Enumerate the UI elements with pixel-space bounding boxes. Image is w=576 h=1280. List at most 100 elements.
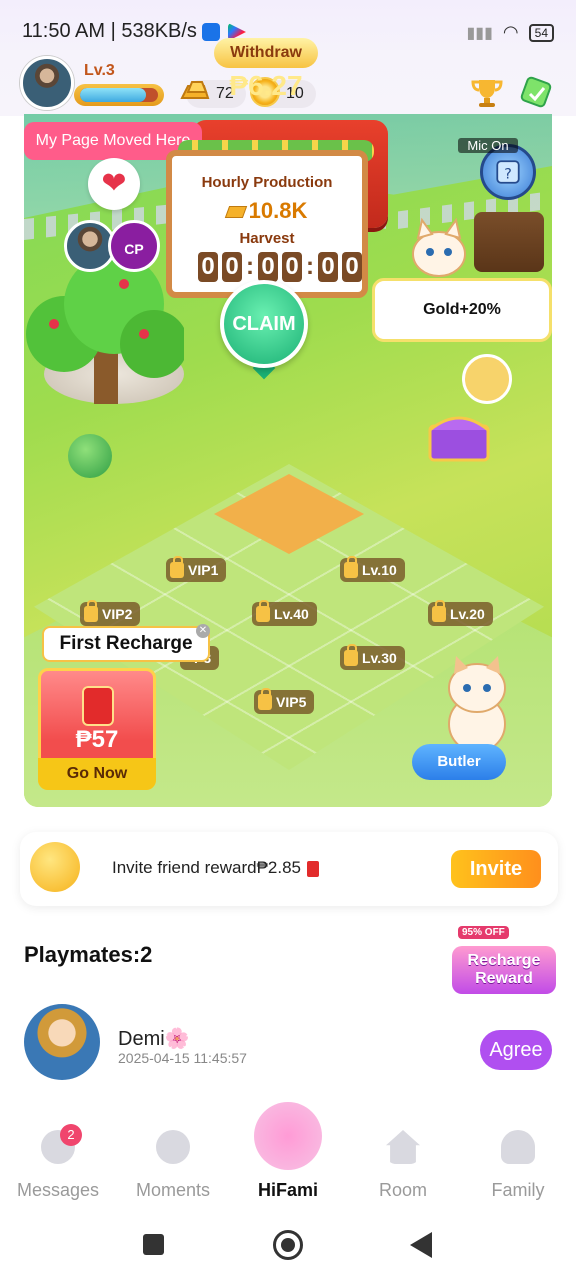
lock-icon	[432, 600, 446, 622]
xp-bar	[74, 84, 164, 106]
hourly-production-number: 10.8K	[248, 198, 308, 223]
production-sign: Hourly Production 10.8K Harvest 0 0 : 0 …	[166, 150, 368, 298]
tab-messages[interactable]: Messages	[8, 1130, 108, 1201]
wifi-icon: ◠	[502, 22, 519, 42]
go-now-button[interactable]: Go Now	[38, 758, 156, 790]
compass-icon	[156, 1130, 190, 1164]
app-icon-1	[202, 23, 220, 41]
house-icon	[386, 1130, 420, 1164]
xp-bar-fill	[80, 88, 147, 102]
home-button[interactable]	[273, 1230, 303, 1260]
first-recharge-label: First Recharge	[42, 626, 210, 662]
gold-bonus-bubble: Gold+20%	[372, 278, 552, 342]
invite-button[interactable]: Invite	[451, 850, 541, 888]
signal-icon: ▮▮▮	[466, 24, 493, 42]
hearts-icon[interactable]: ❤	[88, 158, 140, 210]
tab-family[interactable]: Family	[468, 1130, 568, 1201]
lock-icon	[170, 556, 184, 578]
plot-tag-lv20[interactable]: Lv.20	[428, 600, 493, 626]
tag-label: Lv.40	[274, 606, 309, 622]
svg-text:?: ?	[504, 166, 512, 182]
tag-label: Lv.30	[362, 650, 397, 666]
close-icon[interactable]: ✕	[196, 624, 210, 638]
recharge-reward-badge[interactable]: Recharge Reward	[452, 946, 556, 994]
timer-digit: 0	[342, 252, 362, 282]
harvest-label: Harvest	[239, 230, 295, 247]
plot-tag-vip5[interactable]: VIP5	[254, 688, 315, 714]
timer-digit: 0	[198, 252, 218, 282]
back-button[interactable]	[410, 1232, 432, 1258]
timer-digit: 0	[318, 252, 338, 282]
tag-label: VIP5	[276, 694, 307, 710]
timer-digit: 0	[282, 252, 302, 282]
people-icon	[501, 1130, 535, 1164]
plot-tag-vip1[interactable]: VIP1	[166, 556, 227, 582]
app-screen: 11:50 AM | 538KB/s ▮▮▮ ◠ 54 Lv.3 72 10 ?…	[0, 0, 576, 1280]
bush	[68, 434, 112, 478]
trophy-icon[interactable]	[470, 76, 504, 110]
plot-tag-lv30[interactable]: Lv.30	[340, 644, 405, 670]
tag-label: VIP1	[188, 562, 219, 578]
mic-toggle[interactable]	[474, 212, 544, 272]
tag-label: Lv.20	[450, 606, 485, 622]
status-time: 11:50 AM | 538KB/s	[22, 20, 197, 42]
tab-label: HiFami	[257, 1180, 318, 1200]
battery-icon: 54	[528, 23, 554, 42]
tab-label: Room	[378, 1180, 427, 1200]
butler-cat-icon[interactable]	[434, 654, 520, 754]
butler-button[interactable]: Butler	[412, 744, 506, 780]
lock-icon	[258, 688, 272, 710]
lock-icon	[344, 556, 358, 578]
recents-button[interactable]	[143, 1234, 164, 1255]
tab-moments[interactable]: Moments	[123, 1130, 223, 1201]
treasure-chest-icon[interactable]	[424, 404, 494, 464]
timer-colon: :	[306, 253, 314, 280]
lock-icon	[256, 600, 270, 622]
timer-digit: 0	[258, 252, 278, 282]
playmate-name: Demi🌸	[118, 1028, 190, 1050]
withdraw-button[interactable]: Withdraw	[214, 38, 318, 68]
plot-tag-lv40[interactable]: Lv.40	[252, 600, 317, 626]
user-avatar[interactable]	[20, 56, 74, 110]
recharge-reward-label: Recharge Reward	[467, 952, 541, 987]
lock-icon	[84, 600, 98, 622]
withdraw-amount: ₱6.27	[229, 70, 303, 101]
playmate-avatar[interactable]	[24, 1004, 100, 1080]
tab-label: Moments	[135, 1180, 211, 1200]
first-recharge-amount: ₱57	[75, 726, 119, 753]
hourly-production-label: Hourly Production	[201, 174, 333, 191]
chest-pin[interactable]	[462, 354, 512, 404]
messages-badge: 2	[60, 1124, 82, 1146]
gem-icon[interactable]	[518, 74, 554, 110]
gold-bar-small-icon	[224, 206, 247, 219]
tab-label: Family	[491, 1180, 545, 1200]
red-envelope-icon	[82, 686, 114, 726]
tab-hifami[interactable]: HiFami	[238, 1130, 338, 1201]
cat-icon[interactable]	[404, 214, 474, 278]
red-packet-icon	[307, 860, 319, 877]
cp-pair[interactable]: CP	[64, 220, 164, 272]
invite-reward-text: Invite friend reward₱2.85	[112, 858, 319, 878]
timer-digit: 0	[222, 252, 242, 282]
claim-button[interactable]: CLAIM	[220, 280, 308, 368]
agree-button[interactable]: Agree	[480, 1030, 552, 1070]
invite-reward-label: Invite friend reward₱2.85	[112, 858, 301, 877]
playmates-title: Playmates:2	[24, 942, 153, 967]
tab-label: Messages	[16, 1180, 100, 1200]
harvest-timer: 0 0 : 0 0 : 0 0	[198, 252, 362, 282]
tab-spacer	[271, 1130, 305, 1164]
plot-tag-vip2[interactable]: VIP2	[80, 600, 141, 626]
timer-colon: :	[246, 253, 254, 280]
lock-icon	[344, 644, 358, 666]
cp-badge: CP	[108, 220, 160, 272]
mic-label[interactable]: Mic On	[458, 138, 518, 153]
tab-room[interactable]: Room	[353, 1130, 453, 1201]
plot-tag-lv10[interactable]: Lv.10	[340, 556, 405, 582]
playmate-date: 2025-04-15 11:45:57	[118, 1050, 247, 1066]
status-right: ▮▮▮ ◠ 54	[466, 22, 554, 43]
tag-label: VIP2	[102, 606, 133, 622]
user-level: Lv.3	[84, 62, 115, 79]
heart-eyes-emoji-icon	[30, 842, 80, 892]
hourly-production-value: 10.8K	[172, 198, 362, 224]
discount-badge: 95% OFF	[458, 926, 509, 939]
